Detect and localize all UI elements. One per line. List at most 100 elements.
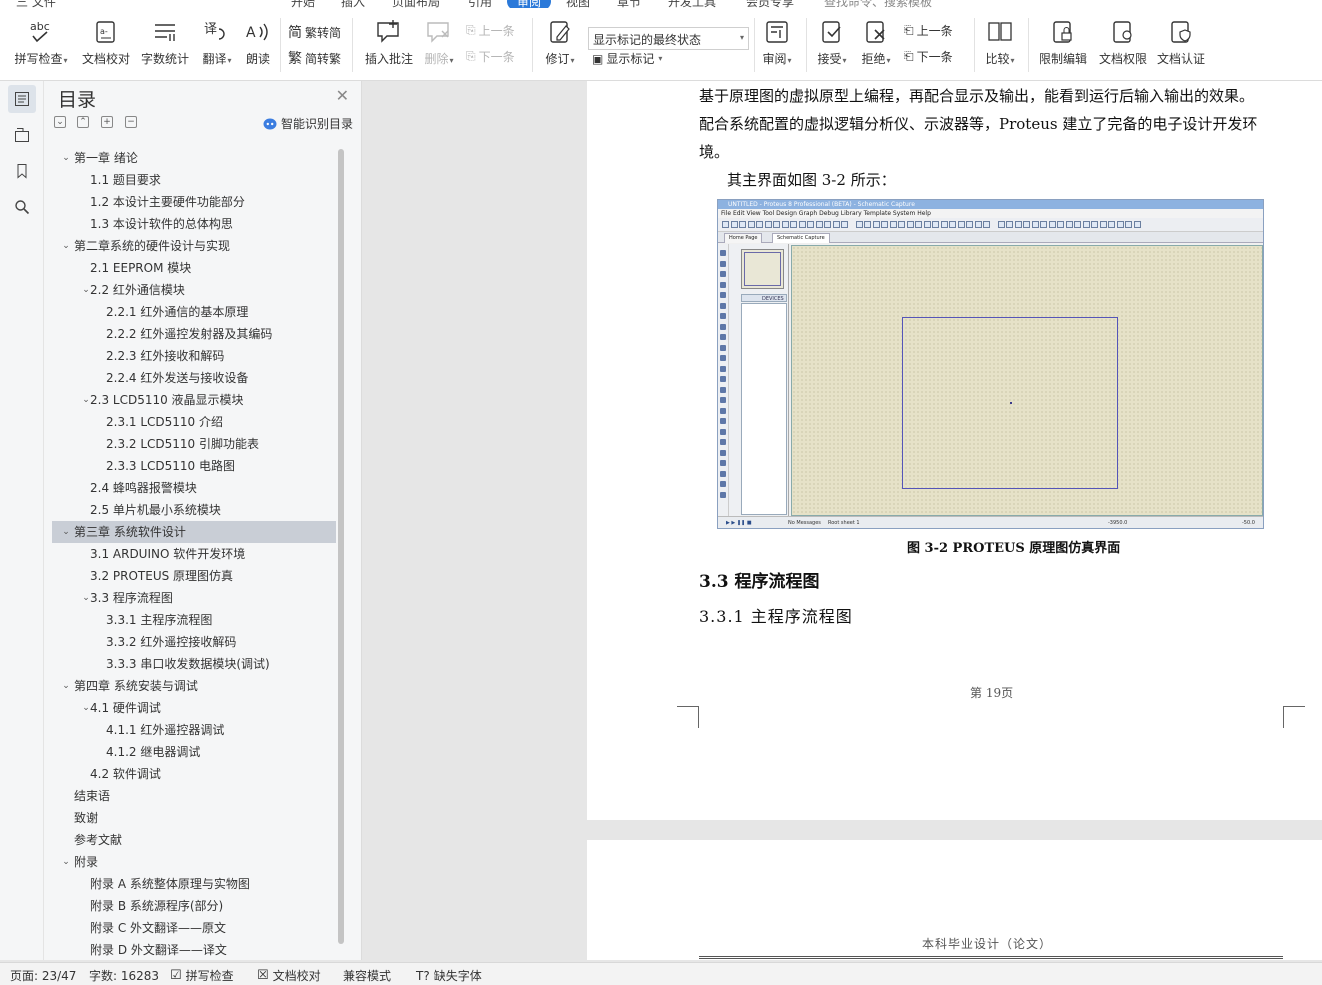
toc-item[interactable]: 3.3.2 红外遥控接收解码 (52, 631, 336, 653)
tab-developer[interactable]: 开发工具 (668, 0, 716, 8)
doc-proof-status[interactable]: ☒ 文档校对 (257, 967, 321, 984)
toc-item[interactable]: 2.2.1 红外通信的基本原理 (52, 301, 336, 323)
toc-item[interactable]: 2.5 单片机最小系统模块 (52, 499, 336, 521)
chevron-down-icon[interactable]: ⌄ (60, 851, 72, 873)
separator (532, 18, 533, 72)
bookmark-panel-button[interactable] (8, 157, 36, 185)
restrict-edit-button[interactable]: 限制编辑 (1036, 18, 1090, 67)
toc-item[interactable]: ⌄ 第一章 绪论 (52, 147, 336, 169)
toc-item[interactable]: 附录 B 系统源程序(部分) (52, 895, 336, 917)
markup-state-select[interactable]: 显示标记的最终状态 ▾ (588, 27, 749, 50)
toc-item[interactable]: 致谢 (52, 807, 336, 829)
toc-item[interactable]: ⌄ 附录 (52, 851, 336, 873)
doc-rights-button[interactable]: 文档权限 (1096, 18, 1150, 67)
collapse-all-icon[interactable]: ⌄ (54, 116, 66, 128)
figure-tool-icon (720, 355, 726, 361)
toc-item[interactable]: 2.2.2 红外遥控发射器及其编码 (52, 323, 336, 345)
chevron-down-icon[interactable]: ⌄ (60, 235, 72, 257)
tab-chapter[interactable]: 章节 (617, 0, 641, 8)
compare-button[interactable]: 比较▾ (980, 18, 1020, 67)
toc-item-label: 2.2.1 红外通信的基本原理 (106, 305, 249, 319)
insert-comment-button[interactable]: 插入批注 (362, 18, 416, 67)
toc-scrollbar[interactable] (338, 149, 344, 944)
chapter-panel-button[interactable] (8, 121, 36, 149)
document-area[interactable]: 基于原理图的虚拟原型上编程，再配合显示及输出，能看到运行后输入输出的效果。 配合… (362, 81, 1322, 960)
figure-tool-icon (720, 418, 726, 424)
toc-item[interactable]: 4.1.2 继电器调试 (52, 741, 336, 763)
toc-item[interactable]: 2.2.3 红外接收和解码 (52, 345, 336, 367)
simp-to-trad-button[interactable]: 繁简转繁 (288, 48, 341, 68)
toc-item[interactable]: 2.3.3 LCD5110 电路图 (52, 455, 336, 477)
toc-item[interactable]: 2.3.1 LCD5110 介绍 (52, 411, 336, 433)
reject-button[interactable]: 拒绝▾ (856, 18, 896, 67)
toc-item[interactable]: ⌄ 4.1 硬件调试 (52, 697, 336, 719)
toc-item[interactable]: 2.4 蜂鸣器报警模块 (52, 477, 336, 499)
chevron-down-icon[interactable]: ⌄ (60, 147, 72, 169)
remove-heading-icon[interactable]: − (125, 116, 137, 128)
toc-item-label: 3.3.2 红外遥控接收解码 (106, 635, 237, 649)
toc-item[interactable]: ⌄ 第四章 系统安装与调试 (52, 675, 336, 697)
read-aloud-button[interactable]: A 朗读 (242, 18, 274, 67)
search-panel-button[interactable] (8, 193, 36, 221)
delete-comment-button[interactable]: 删除▾ (420, 18, 458, 67)
doc-auth-button[interactable]: 文档认证 (1154, 18, 1208, 67)
doc-proof-button[interactable]: a- 文档校对 (80, 18, 132, 67)
translate-button[interactable]: 译 翻译▾ (198, 18, 236, 67)
prev-change-button[interactable]: ⎗ 上一条 (904, 22, 953, 39)
toc-item[interactable]: 2.1 EEPROM 模块 (52, 257, 336, 279)
tab-view[interactable]: 视图 (566, 0, 590, 8)
chevron-down-icon[interactable]: ⌄ (60, 521, 72, 543)
toc-item[interactable]: 4.2 软件调试 (52, 763, 336, 785)
word-count[interactable]: 字数: 16283 (89, 967, 159, 984)
tab-layout[interactable]: 页面布局 (392, 0, 440, 8)
tab-home[interactable]: 开始 (291, 0, 315, 8)
page-count[interactable]: 页面: 23/47 (10, 967, 76, 984)
figure-tabs: Home Page Schematic Capture (718, 232, 1263, 243)
search-command[interactable]: 查找命令、搜索模板 (824, 0, 932, 8)
trad-to-simp-button[interactable]: 简繁转简 (288, 22, 341, 42)
tab-insert[interactable]: 插入 (341, 0, 365, 8)
spell-check-button[interactable]: abc 拼写检查▾ (10, 18, 72, 67)
toc-item[interactable]: ⌄ 第三章 系统软件设计 (52, 521, 336, 543)
chevron-down-icon[interactable]: ⌄ (60, 675, 72, 697)
spell-check-status[interactable]: ☑ 拼写检查 (170, 967, 234, 984)
accept-button[interactable]: 接受▾ (812, 18, 852, 67)
revise-button[interactable]: 修订▾ (540, 18, 580, 67)
toc-item[interactable]: ⌄ 3.3 程序流程图 (52, 587, 336, 609)
toc-item[interactable]: 参考文献 (52, 829, 336, 851)
toc-item[interactable]: ⌄ 2.3 LCD5110 液晶显示模块 (52, 389, 336, 411)
toc-panel-button[interactable] (8, 85, 36, 113)
word-count-button[interactable]: 字数统计 (140, 18, 190, 67)
toc-item[interactable]: 4.1.1 红外遥控器调试 (52, 719, 336, 741)
next-comment-button[interactable]: ⎘ 下一条 (466, 48, 515, 65)
toc-item[interactable]: 3.3.1 主程序流程图 (52, 609, 336, 631)
toc-item[interactable]: ⌄ 第二章系统的硬件设计与实现 (52, 235, 336, 257)
toc-item[interactable]: 2.2.4 红外发送与接收设备 (52, 367, 336, 389)
missing-font-status[interactable]: T? 缺失字体 (416, 967, 482, 984)
toc-item[interactable]: 3.3.3 串口收发数据模块(调试) (52, 653, 336, 675)
toc-item[interactable]: 3.1 ARDUINO 软件开发环境 (52, 543, 336, 565)
show-markup-button[interactable]: ▣ 显示标记 ▾ (592, 50, 662, 67)
toc-item[interactable]: ⌄ 2.2 红外通信模块 (52, 279, 336, 301)
toc-item[interactable]: 附录 D 外文翻译——译文 (52, 939, 336, 960)
prev-comment-button[interactable]: ⎘ 上一条 (466, 22, 515, 39)
toc-item[interactable]: 1.2 本设计主要硬件功能部分 (52, 191, 336, 213)
close-icon[interactable]: ✕ (336, 86, 349, 105)
toc-item[interactable]: 结束语 (52, 785, 336, 807)
toc-item[interactable]: 附录 A 系统整体原理与实物图 (52, 873, 336, 895)
toc-item[interactable]: 2.3.2 LCD5110 引脚功能表 (52, 433, 336, 455)
file-menu[interactable]: 三 文件 (16, 0, 56, 8)
toc-item[interactable]: 附录 C 外文翻译——原文 (52, 917, 336, 939)
toc-item[interactable]: 1.1 题目要求 (52, 169, 336, 191)
smart-toc-button[interactable]: 智能识别目录 (263, 115, 353, 132)
add-heading-icon[interactable]: + (101, 116, 113, 128)
toc-item[interactable]: 1.3 本设计软件的总体构思 (52, 213, 336, 235)
expand-up-icon[interactable]: ⌃ (77, 116, 89, 128)
toc-item[interactable]: 3.2 PROTEUS 原理图仿真 (52, 565, 336, 587)
tab-review[interactable]: 审阅 (507, 0, 552, 8)
review-pane-button[interactable]: 审阅▾ (758, 18, 796, 67)
tab-references[interactable]: 引用 (468, 0, 492, 8)
show-markup-icon: ▣ (592, 51, 604, 66)
tab-member[interactable]: 会员专享 (746, 0, 794, 8)
next-change-button[interactable]: ⎗ 下一条 (904, 48, 953, 65)
